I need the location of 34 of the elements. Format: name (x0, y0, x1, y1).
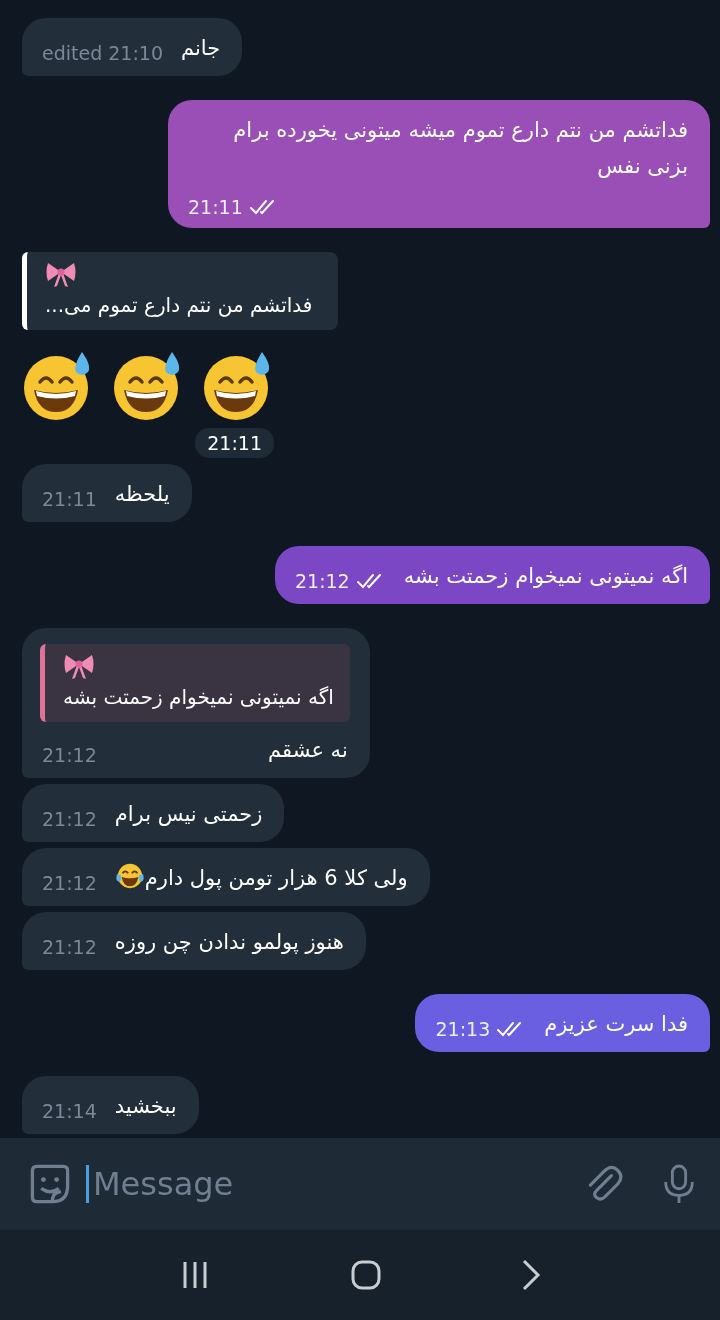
reply-quote[interactable]: اگه نمیتونی نمیخوام زحمتت بشه (40, 644, 350, 722)
message-time: 21:12 (42, 936, 97, 958)
message-time: 21:14 (42, 1100, 97, 1122)
message-text: یلحظه (114, 481, 170, 508)
message-time: 21:10 (108, 42, 163, 64)
bow-icon (45, 260, 77, 288)
edited-label: edited (42, 42, 103, 64)
message-text: ببخشید (114, 1093, 177, 1120)
laughing-tears-emoji-icon (114, 861, 145, 891)
bow-icon (63, 652, 95, 680)
message-time: 21:11 (195, 428, 274, 458)
message-time: 21:12 (294, 570, 350, 592)
message-time: 21:13 (435, 1018, 491, 1040)
message-input[interactable]: Message (91, 1164, 568, 1204)
message-text: هنوز پولمو ندادن چن روزه (114, 929, 344, 956)
message-text: اگه نمیتونی نمیخوام زحمتت بشه (403, 563, 688, 590)
message-text: نه عشقم (268, 737, 348, 764)
message-text: جانم (181, 35, 221, 62)
message-field[interactable]: Message (0, 1138, 720, 1230)
message-time: 21:12 (42, 744, 97, 766)
back-icon[interactable] (520, 1259, 541, 1291)
message-text: ولی کلا 6 هزار تومن پول دارم (144, 865, 408, 892)
message-text: فداتشم من نتم دارع تموم میشه میتونی یخورده برام بزنی نفس (232, 117, 688, 180)
text-cursor (86, 1165, 89, 1203)
message-text: فدا سرت عزیزم (544, 1011, 688, 1038)
message-text: زحمتی نیس برام (114, 801, 263, 828)
quote-text: اگه نمیتونی نمیخوام زحمتت بشه (63, 684, 334, 711)
message-time: 21:12 (42, 808, 97, 830)
message-time: 21:11 (42, 488, 97, 510)
quote-text: فداتشم من نتم دارع تموم می... (45, 292, 313, 319)
message-time: 21:11 (188, 196, 243, 218)
message-time: 21:12 (42, 872, 97, 894)
sticker-icon[interactable] (28, 1162, 72, 1206)
home-icon[interactable] (350, 1259, 382, 1291)
